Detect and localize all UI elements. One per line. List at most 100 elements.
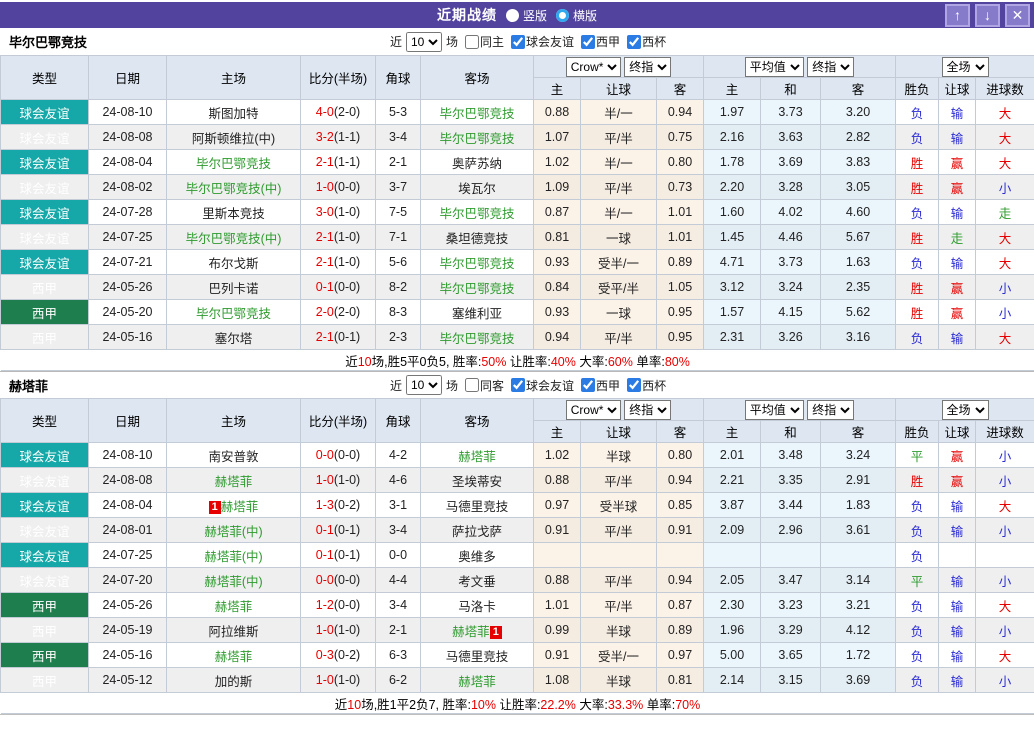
away-team-cell: 毕尔巴鄂竞技 bbox=[420, 199, 534, 225]
away-team-link[interactable]: 埃瓦尔 bbox=[458, 182, 496, 196]
avg-stage-select[interactable]: 终指 bbox=[807, 56, 855, 77]
result-goals-cell: 大 bbox=[975, 492, 1034, 518]
match-count-select[interactable]: 10 bbox=[406, 31, 443, 52]
same-venue-checkbox[interactable] bbox=[465, 378, 480, 392]
subcol-0: 主 bbox=[533, 420, 581, 443]
home-team-link[interactable]: 赫塔菲 bbox=[215, 600, 253, 614]
away-team-link[interactable]: 圣埃蒂安 bbox=[452, 475, 502, 489]
home-team-link[interactable]: 阿斯顿维拉(中) bbox=[192, 132, 275, 146]
away-team-link[interactable]: 赫塔菲 bbox=[458, 675, 496, 689]
away-team-link[interactable]: 毕尔巴鄂竞技 bbox=[439, 107, 514, 121]
league-checkbox-1[interactable] bbox=[581, 34, 596, 49]
avg-home-cell: 2.05 bbox=[703, 567, 762, 593]
result-goals-cell: 大 bbox=[975, 324, 1034, 350]
corner-cell: 7-5 bbox=[375, 199, 421, 225]
away-team-link[interactable]: 塞维利亚 bbox=[452, 307, 502, 321]
league-checkbox-1[interactable] bbox=[581, 378, 596, 392]
match-type-cell: 球会友谊 bbox=[0, 149, 89, 175]
away-team-link[interactable]: 马德里竞技 bbox=[446, 500, 509, 514]
home-team-link[interactable]: 巴列卡诺 bbox=[208, 282, 258, 296]
same-venue-checkbox[interactable] bbox=[465, 34, 480, 49]
league-checkbox-0[interactable] bbox=[511, 34, 526, 49]
team-header-row: 毕尔巴鄂竞技 近 10 场 同主 球会友谊 西甲 西杯 bbox=[0, 28, 1034, 55]
move-down-button[interactable]: ↓ bbox=[975, 4, 1000, 27]
home-team-link[interactable]: 毕尔巴鄂竞技 bbox=[196, 307, 271, 321]
away-team-cell: 圣埃蒂安 bbox=[420, 467, 534, 493]
league-checkbox-2[interactable] bbox=[627, 34, 642, 49]
summary-text: 大率: bbox=[575, 697, 608, 712]
home-team-link[interactable]: 毕尔巴鄂竞技(中) bbox=[186, 182, 282, 196]
home-team-link[interactable]: 里斯本竞技 bbox=[202, 207, 265, 221]
home-team-link[interactable]: 塞尔塔 bbox=[215, 332, 253, 346]
avg-odds-select[interactable]: 平均值 bbox=[744, 56, 804, 77]
home-team-link[interactable]: 赫塔菲 bbox=[215, 475, 253, 489]
away-team-link[interactable]: 桑坦德竞技 bbox=[446, 232, 509, 246]
away-team-link[interactable]: 赫塔菲 bbox=[452, 625, 490, 639]
home-team-link[interactable]: 阿拉维斯 bbox=[208, 625, 258, 639]
odds-away-cell: 1.01 bbox=[655, 199, 705, 225]
result-handicap-cell: 赢 bbox=[938, 442, 977, 468]
home-team-link[interactable]: 赫塔菲(中) bbox=[204, 525, 262, 539]
league-checkbox-0[interactable] bbox=[511, 378, 526, 392]
home-team-link[interactable]: 布尔戈斯 bbox=[208, 257, 258, 271]
result-handicap-cell: 赢 bbox=[938, 467, 977, 493]
away-team-link[interactable]: 毕尔巴鄂竞技 bbox=[439, 282, 514, 296]
summary-text: 70% bbox=[675, 697, 701, 712]
away-team-link[interactable]: 毕尔巴鄂竞技 bbox=[439, 132, 514, 146]
result-scope-select[interactable]: 全场 bbox=[941, 56, 989, 77]
result-wdl-cell: 负 bbox=[895, 592, 940, 618]
avg-stage-select[interactable]: 终指 bbox=[807, 399, 855, 420]
avg-draw-cell: 2.96 bbox=[760, 517, 822, 543]
home-team-link[interactable]: 斯图加特 bbox=[208, 107, 258, 121]
home-team-link[interactable]: 毕尔巴鄂竞技(中) bbox=[186, 232, 282, 246]
red-card-badge: 1 bbox=[489, 625, 502, 639]
match-type-cell: 球会友谊 bbox=[0, 174, 89, 200]
away-team-link[interactable]: 奥维多 bbox=[458, 550, 496, 564]
away-team-link[interactable]: 萨拉戈萨 bbox=[452, 525, 502, 539]
odds-company-select[interactable]: Crow* bbox=[565, 399, 621, 420]
horizontal-layout-radio[interactable]: 横版 bbox=[556, 7, 597, 24]
vertical-layout-radio[interactable]: 竖版 bbox=[505, 7, 547, 24]
corner-cell: 3-4 bbox=[375, 517, 421, 543]
avg-odds-select[interactable]: 平均值 bbox=[744, 399, 804, 420]
match-type-cell: 球会友谊 bbox=[0, 199, 89, 225]
home-team-link[interactable]: 加的斯 bbox=[215, 675, 253, 689]
league-filter-0: 球会友谊 bbox=[506, 377, 574, 394]
odds-stage-select[interactable]: 终指 bbox=[624, 399, 672, 420]
home-team-link[interactable]: 赫塔菲 bbox=[215, 650, 253, 664]
window-buttons: ↑ ↓ ✕ bbox=[945, 4, 1030, 27]
match-count-select[interactable]: 10 bbox=[406, 375, 443, 395]
move-up-button[interactable]: ↑ bbox=[945, 4, 970, 27]
home-team-link[interactable]: 南安普敦 bbox=[208, 450, 258, 464]
odds-handicap-cell: 平/半 bbox=[580, 467, 657, 493]
result-handicap-cell: 输 bbox=[938, 642, 977, 668]
away-team-link[interactable]: 奥萨苏纳 bbox=[452, 157, 502, 171]
away-team-link[interactable]: 毕尔巴鄂竞技 bbox=[439, 257, 514, 271]
match-row: 球会友谊 24-08-04 1 赫塔菲 1-3(0-2) 3-1 马德里竞技 0.… bbox=[0, 492, 1034, 518]
odds-stage-select[interactable]: 终指 bbox=[624, 56, 672, 77]
league-filter-2: 西杯 bbox=[622, 377, 666, 394]
result-scope-select[interactable]: 全场 bbox=[941, 399, 989, 420]
away-team-link[interactable]: 考文垂 bbox=[458, 575, 496, 589]
league-checkbox-2[interactable] bbox=[627, 378, 642, 392]
result-wdl-cell: 负 bbox=[895, 517, 940, 543]
away-team-link[interactable]: 赫塔菲 bbox=[458, 450, 496, 464]
odds-company-select[interactable]: Crow* bbox=[565, 56, 621, 77]
away-team-link[interactable]: 马德里竞技 bbox=[446, 650, 509, 664]
away-team-link[interactable]: 马洛卡 bbox=[458, 600, 496, 614]
odds-home-cell: 0.81 bbox=[533, 224, 581, 250]
odds-handicap-cell: 半球 bbox=[580, 617, 657, 643]
home-team-link[interactable]: 赫塔菲(中) bbox=[204, 575, 262, 589]
away-team-link[interactable]: 毕尔巴鄂竞技 bbox=[439, 332, 514, 346]
league-label: 西甲 bbox=[596, 378, 621, 393]
home-team-cell: 斯图加特 bbox=[166, 99, 301, 125]
score-cell: 1-3(0-2) bbox=[300, 492, 376, 518]
home-team-link[interactable]: 毕尔巴鄂竞技 bbox=[196, 157, 271, 171]
odds-handicap-cell: 一球 bbox=[580, 224, 657, 250]
summary-cell: 近10场,胜5平0负5, 胜率:50% 让胜率:40% 大率:60% 单率:80… bbox=[0, 349, 1034, 371]
home-team-link[interactable]: 赫塔菲 bbox=[221, 500, 259, 514]
result-handicap-cell: 输 bbox=[938, 492, 977, 518]
close-button[interactable]: ✕ bbox=[1005, 4, 1030, 27]
home-team-link[interactable]: 赫塔菲(中) bbox=[204, 550, 262, 564]
away-team-link[interactable]: 毕尔巴鄂竞技 bbox=[439, 207, 514, 221]
